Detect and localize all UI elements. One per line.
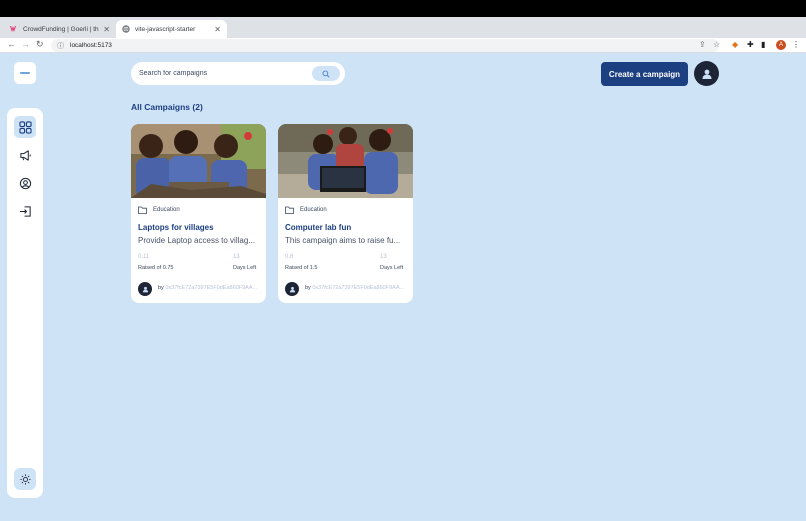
campaign-description: This campaign aims to raise fu... [285,236,401,245]
close-tab-icon[interactable]: ✕ [214,25,221,34]
app-logo[interactable] [14,62,36,84]
user-icon [289,286,295,292]
browser-profile-avatar[interactable]: A [776,40,786,50]
days-left-value: 13 [380,254,387,260]
tab-title: vite-javascript-starter [135,25,196,33]
thirdweb-icon [10,25,18,33]
campaign-card[interactable]: Education Laptops for villages Provide L… [131,124,266,303]
category-row: Education [138,206,180,214]
close-tab-icon[interactable]: ✕ [103,25,110,34]
sidebar-item-dashboard[interactable] [14,116,36,138]
search-input[interactable] [139,67,309,80]
browser-tab-crowdfunding[interactable]: CrowdFunding | Goerli | thirdw ✕ [4,20,116,38]
category-label: Education [153,207,180,213]
back-arrow-icon[interactable]: ← [7,39,16,49]
megaphone-icon [19,149,31,161]
dashboard-icon [18,120,32,134]
logo-mark-icon [20,72,30,74]
sidebar-item-profile[interactable] [14,172,36,194]
profile-icon [19,177,31,189]
url-field[interactable]: ⓘ localhost:5173 [51,39,719,52]
owner-avatar [285,282,299,296]
sidebar-item-campaign[interactable] [14,144,36,166]
folder-icon [285,206,294,214]
campaign-title: Computer lab fun [285,223,352,232]
share-icon[interactable]: ⇪ [699,40,706,49]
campaign-image [131,124,266,198]
logout-icon [19,205,31,217]
user-icon [142,286,148,292]
folder-icon [138,206,147,214]
tab-title: CrowdFunding | Goerli | thirdw [23,25,99,33]
campaign-image [278,124,413,198]
browser-tab-vite[interactable]: vite-javascript-starter ✕ [116,20,227,38]
browser-address-bar: ← → ↻ ⓘ localhost:5173 ⇪ ☆ ◆ ✚ ▮ A ⋮ [0,38,806,53]
sidebar-item-logout[interactable] [14,200,36,222]
raised-label: Raised of 0.75 [138,265,174,271]
extensions-puzzle-icon[interactable]: ✚ [747,40,754,49]
section-title: All Campaigns (2) [131,102,203,112]
owner-address: 0x37fcE72a7397E5F0dEa860F9AA... [165,285,258,291]
browser-menu-icon[interactable]: ⋮ [792,40,800,49]
amount-raised: 0.11 [138,254,150,260]
user-avatar[interactable] [694,61,719,86]
campaign-description: Provide Laptop access to villag... [138,236,255,245]
create-campaign-button[interactable]: Create a campaign [601,62,688,86]
url-text: localhost:5173 [70,42,112,49]
user-icon [702,69,711,79]
sidebar [7,108,43,498]
site-info-icon[interactable]: ⓘ [57,41,64,51]
sun-icon [19,473,31,485]
campaign-card[interactable]: Education Computer lab fun This campaign… [278,124,413,303]
amount-raised: 0.6 [285,254,294,260]
theme-toggle-button[interactable] [14,468,36,490]
side-panel-icon[interactable]: ▮ [761,40,765,49]
search-icon [322,69,330,78]
bookmark-star-icon[interactable]: ☆ [713,40,720,49]
owner-avatar [138,282,152,296]
days-left-label: Days Left [233,265,257,271]
metamask-icon[interactable]: ◆ [732,40,738,49]
globe-icon [122,25,130,33]
owner-address: 0x37fcE72a7397E5F0dEa860F9AA... [312,285,405,291]
campaign-owner: by 0x37fcE72a7397E5F0dEa860F9AA... [158,285,261,291]
window-top-bar [0,0,806,17]
search-bar [131,62,345,85]
category-row: Education [285,206,327,214]
campaign-title: Laptops for villages [138,223,214,232]
search-button[interactable] [312,66,340,81]
raised-label: Raised of 1.5 [285,265,318,271]
days-left-label: Days Left [380,265,404,271]
category-label: Education [300,207,327,213]
reload-icon[interactable]: ↻ [36,39,44,50]
browser-tab-strip: CrowdFunding | Goerli | thirdw ✕ vite-ja… [0,17,806,50]
days-left-value: 13 [233,254,240,260]
campaign-owner: by 0x37fcE72a7397E5F0dEa860F9AA... [305,285,408,291]
forward-arrow-icon[interactable]: → [21,39,30,49]
